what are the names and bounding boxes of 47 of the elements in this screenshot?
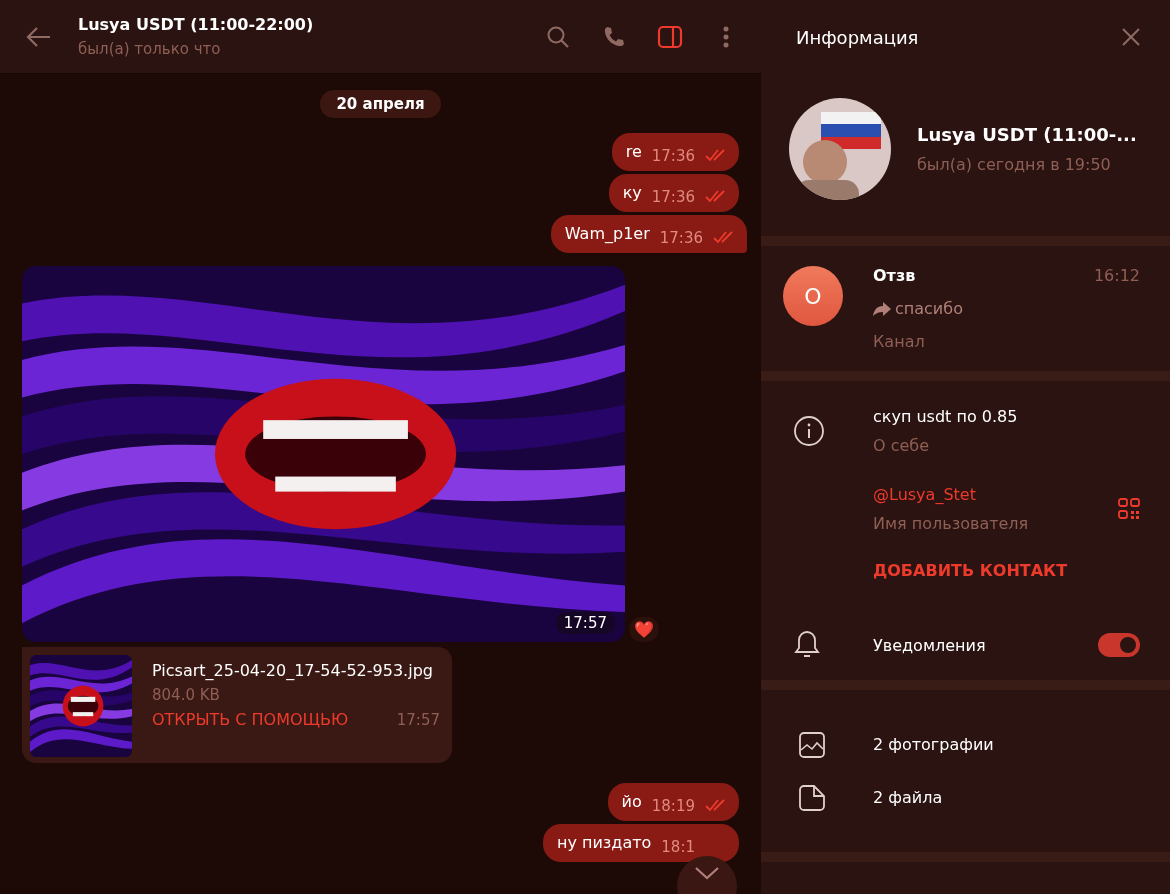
message-time: 17:36 xyxy=(651,188,695,206)
chat-title: Lusya USDT (11:00-22:00) xyxy=(78,15,315,34)
username-text[interactable]: @Lusya_Stet xyxy=(873,485,1118,504)
message-time: 18:1 xyxy=(661,838,695,856)
channel-message: спасибо xyxy=(895,299,963,318)
message-time: 17:57 xyxy=(396,711,440,729)
date-chip: 20 апреля xyxy=(320,90,441,118)
image-icon xyxy=(799,731,825,758)
open-with-link[interactable]: ОТКРЫТЬ С ПОМОЩЬЮ xyxy=(152,710,349,729)
info-icon xyxy=(793,415,825,447)
message-time: 17:36 xyxy=(659,229,703,247)
profile-name: Lusya USDT (11:00-... xyxy=(917,124,1137,145)
double-check-icon xyxy=(713,230,735,244)
message-text: re xyxy=(625,142,642,163)
notifications-switch[interactable] xyxy=(1098,633,1140,657)
file-icon xyxy=(799,784,825,811)
chat-status: был(а) только что xyxy=(78,40,222,58)
channel-name: Отзв xyxy=(873,266,916,285)
file-name: Picsart_25-04-20_17-54-52-953.jpg xyxy=(152,661,434,680)
double-check-icon xyxy=(705,798,727,812)
notifications-label: Уведомления xyxy=(873,635,987,655)
message-text: ну пиздато xyxy=(556,833,652,854)
panel-title: Информация xyxy=(796,26,919,48)
channel-avatar: О xyxy=(783,266,843,326)
username-label: Имя пользователя xyxy=(873,514,1030,533)
file-size: 804.0 KB xyxy=(152,686,221,704)
double-check-icon xyxy=(705,189,727,203)
profile-status: был(а) сегодня в 19:50 xyxy=(917,155,1112,174)
message-time: 18:19 xyxy=(651,797,695,815)
message-text: Wam_p1er xyxy=(564,224,650,245)
message-text: йо xyxy=(621,792,642,813)
message-text: ку xyxy=(622,183,642,204)
chevron-down-icon xyxy=(694,866,720,880)
photo-time: 17:57 xyxy=(555,612,615,634)
about-label: О себе xyxy=(873,436,931,455)
photos-item[interactable]: 2 фотографии xyxy=(761,718,1170,771)
bell-icon xyxy=(793,630,821,660)
add-contact-button[interactable]: ДОБАВИТЬ КОНТАКТ xyxy=(873,561,1068,580)
about-text: скуп usdt по 0.85 xyxy=(873,407,1019,426)
reaction[interactable]: ❤ xyxy=(629,617,659,642)
channel-time: 16:12 xyxy=(1093,266,1140,285)
double-check-icon xyxy=(705,148,727,162)
message-time: 17:36 xyxy=(651,147,695,165)
qr-code-icon[interactable] xyxy=(1118,498,1140,520)
forward-icon xyxy=(873,301,891,316)
files-item[interactable]: 2 файла xyxy=(761,771,1170,824)
channel-type: Канал xyxy=(873,332,926,351)
